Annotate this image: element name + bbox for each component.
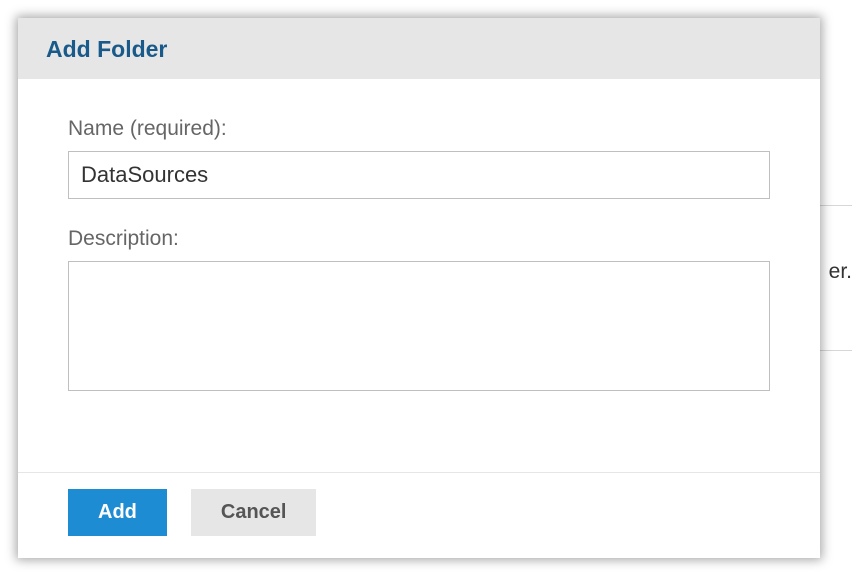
description-input[interactable]	[68, 261, 770, 391]
name-form-group: Name (required):	[68, 117, 770, 199]
name-input[interactable]	[68, 151, 770, 199]
description-form-group: Description:	[68, 227, 770, 396]
background-partial-text: er.	[829, 260, 852, 284]
add-button[interactable]: Add	[68, 489, 167, 536]
dialog-body: Name (required): Description:	[18, 79, 820, 472]
name-label: Name (required):	[68, 117, 770, 141]
dialog-footer: Add Cancel	[18, 472, 820, 558]
add-folder-dialog: Add Folder Name (required): Description:…	[18, 18, 820, 558]
dialog-header: Add Folder	[18, 18, 820, 79]
dialog-title: Add Folder	[46, 36, 792, 63]
cancel-button[interactable]: Cancel	[191, 489, 317, 536]
description-label: Description:	[68, 227, 770, 251]
